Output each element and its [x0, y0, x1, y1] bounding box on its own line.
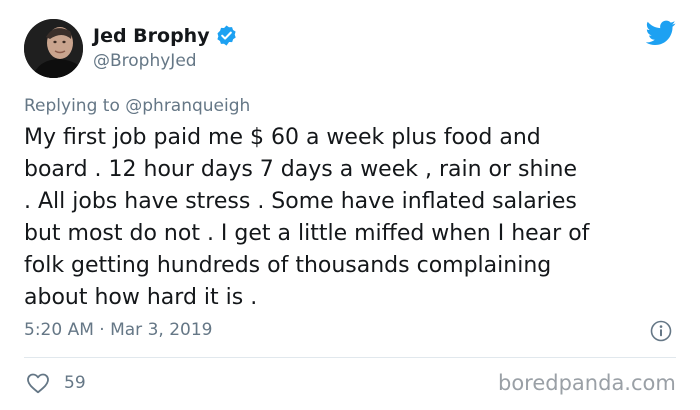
divider [24, 357, 676, 358]
watermark: boredpanda.com [498, 371, 676, 395]
heart-outline-icon[interactable] [26, 372, 50, 394]
author-display-name[interactable]: Jed Brophy [93, 25, 210, 47]
replying-to-label: Replying to [24, 96, 126, 116]
author-handle[interactable]: @BrophyJed [93, 51, 197, 71]
author-name-row: Jed Brophy [93, 24, 238, 47]
twitter-bird-icon[interactable] [645, 20, 676, 46]
reply-to-handle-link[interactable]: @phranqueigh [125, 96, 250, 116]
tweet-card: Jed Brophy @BrophyJed Replying to @phran… [0, 0, 700, 410]
tweet-timestamp[interactable]: 5:20 AM · Mar 3, 2019 [24, 320, 212, 340]
info-circle-icon[interactable] [650, 320, 672, 342]
verified-badge-icon [215, 24, 238, 47]
tweet-text: My first job paid me $ 60 a week plus fo… [24, 125, 590, 310]
replying-to-line: Replying to @phranqueigh [24, 96, 250, 116]
avatar[interactable] [24, 19, 83, 78]
like-count: 59 [64, 373, 86, 393]
